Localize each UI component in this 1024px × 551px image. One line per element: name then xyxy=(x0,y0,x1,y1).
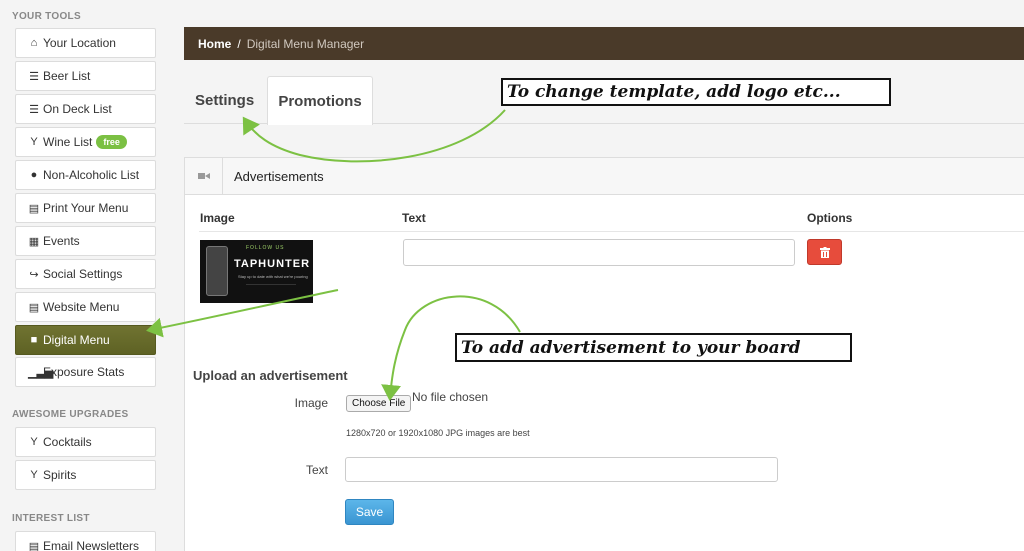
sidebar-item-on-deck-list[interactable]: ☰ On Deck List xyxy=(15,94,156,124)
upload-text-input[interactable] xyxy=(345,457,778,482)
free-badge: free xyxy=(96,135,127,149)
sidebar-item-label: Email Newsletters xyxy=(43,539,140,551)
choose-file-button[interactable]: Choose File xyxy=(346,395,412,412)
sidebar-item-digital-menu[interactable]: ■ Digital Menu xyxy=(15,325,156,355)
sidebar: YOUR TOOLS ⌂ Your Location ☰ Beer List ☰ On… xyxy=(0,0,170,551)
ad-brand: TAPHUNTER xyxy=(234,258,311,270)
sidebar-item-label: Events xyxy=(43,234,80,248)
sidebar-item-non-alcoholic-list[interactable]: ● Non-Alcoholic List xyxy=(15,160,156,190)
sidebar-item-label: On Deck List xyxy=(43,102,112,116)
sidebar-item-print-your-menu[interactable]: ▤ Print Your Menu xyxy=(15,193,156,223)
annotation-template-note: To change template, add logo etc... xyxy=(501,78,891,106)
tab-promotions[interactable]: Promotions xyxy=(267,76,373,125)
sidebar-item-beer-list[interactable]: ☰ Beer List xyxy=(15,61,156,91)
column-header-image: Image xyxy=(200,211,235,225)
sidebar-item-your-location[interactable]: ⌂ Your Location xyxy=(15,28,156,58)
list-alt-icon: ▤ xyxy=(28,540,40,551)
sidebar-item-website-menu[interactable]: ▤ Website Menu xyxy=(15,292,156,322)
list-icon: ☰ xyxy=(29,70,39,83)
app-store-badges xyxy=(246,284,296,292)
sidebar-item-label: Spirits xyxy=(43,468,77,482)
section-title-upgrades: AWESOME UPGRADES xyxy=(12,409,129,420)
ad-tagline: Stay up to date with what we're pouring xyxy=(238,274,308,279)
upload-hint: 1280x720 or 1920x1080 JPG images are bes… xyxy=(346,428,530,438)
upload-section-title: Upload an advertisement xyxy=(193,368,348,383)
sidebar-item-social-settings[interactable]: ↪ Social Settings xyxy=(15,259,156,289)
sidebar-item-label: Digital Menu xyxy=(43,333,110,347)
video-icon: ■ xyxy=(30,334,38,346)
column-header-text: Text xyxy=(402,211,426,225)
breadcrumb: Home / Digital Menu Manager xyxy=(184,27,1024,60)
glass-icon: Y xyxy=(30,469,38,481)
sidebar-item-label: Beer List xyxy=(43,69,91,83)
calendar-icon: ▦ xyxy=(28,235,40,248)
drop-icon: ● xyxy=(30,169,38,181)
annotation-advert-note: To add advertisement to your board xyxy=(455,333,852,362)
sidebar-item-label: Cocktails xyxy=(43,435,92,449)
sidebar-item-label: Print Your Menu xyxy=(43,201,129,215)
sidebar-item-label: Your Location xyxy=(43,36,116,50)
glass-icon: Y xyxy=(30,136,38,148)
no-file-status: No file chosen xyxy=(412,390,489,404)
ad-text-input[interactable] xyxy=(403,239,795,266)
sidebar-item-exposure-stats[interactable]: ▁▃▅ Exposure Stats xyxy=(15,357,156,387)
sidebar-item-spirits[interactable]: Y Spirits xyxy=(15,460,156,490)
breadcrumb-current: Digital Menu Manager xyxy=(246,36,365,51)
sidebar-item-label: Exposure Stats xyxy=(43,365,125,379)
trash-icon xyxy=(819,246,830,258)
panel-title: Advertisements xyxy=(234,168,324,184)
upload-text-label: Text xyxy=(305,463,328,477)
ad-follow-us: FOLLOW US xyxy=(246,245,285,251)
sidebar-item-label: Website Menu xyxy=(43,300,120,314)
delete-ad-button[interactable] xyxy=(807,239,842,265)
upload-image-label: Image xyxy=(294,396,328,410)
breadcrumb-home-link[interactable]: Home xyxy=(198,37,231,51)
panel-header: Advertisements xyxy=(185,157,1024,195)
sidebar-item-wine-list[interactable]: Y Wine List free xyxy=(15,127,156,157)
breadcrumb-separator: / xyxy=(237,36,241,51)
list-alt-icon: ▤ xyxy=(28,301,40,314)
table-divider xyxy=(199,231,1024,232)
section-title-tools: YOUR TOOLS xyxy=(12,11,81,22)
home-icon: ⌂ xyxy=(30,37,38,49)
sidebar-item-cocktails[interactable]: Y Cocktails xyxy=(15,427,156,457)
sidebar-item-label: Non-Alcoholic List xyxy=(43,168,140,182)
save-button[interactable]: Save xyxy=(345,499,394,525)
glass-icon: Y xyxy=(30,436,38,448)
sidebar-item-events[interactable]: ▦ Events xyxy=(15,226,156,256)
section-title-interest: INTEREST LIST xyxy=(12,513,90,524)
sidebar-item-label: Wine List xyxy=(43,135,93,149)
signal-icon: ▁▃▅ xyxy=(28,366,54,379)
sidebar-item-email-newsletters[interactable]: ▤ Email Newsletters xyxy=(15,531,156,551)
share-icon: ↪ xyxy=(29,268,39,281)
list-icon: ☰ xyxy=(29,103,39,116)
video-camera-icon xyxy=(197,173,210,179)
column-header-options: Options xyxy=(807,211,853,225)
tab-settings[interactable]: Settings xyxy=(195,76,254,124)
print-icon: ▤ xyxy=(28,202,40,215)
phone-graphic xyxy=(206,246,228,296)
sidebar-item-label: Social Settings xyxy=(43,267,123,281)
advertisement-thumbnail: FOLLOW US TAPHUNTER Stay up to date with… xyxy=(200,240,313,303)
